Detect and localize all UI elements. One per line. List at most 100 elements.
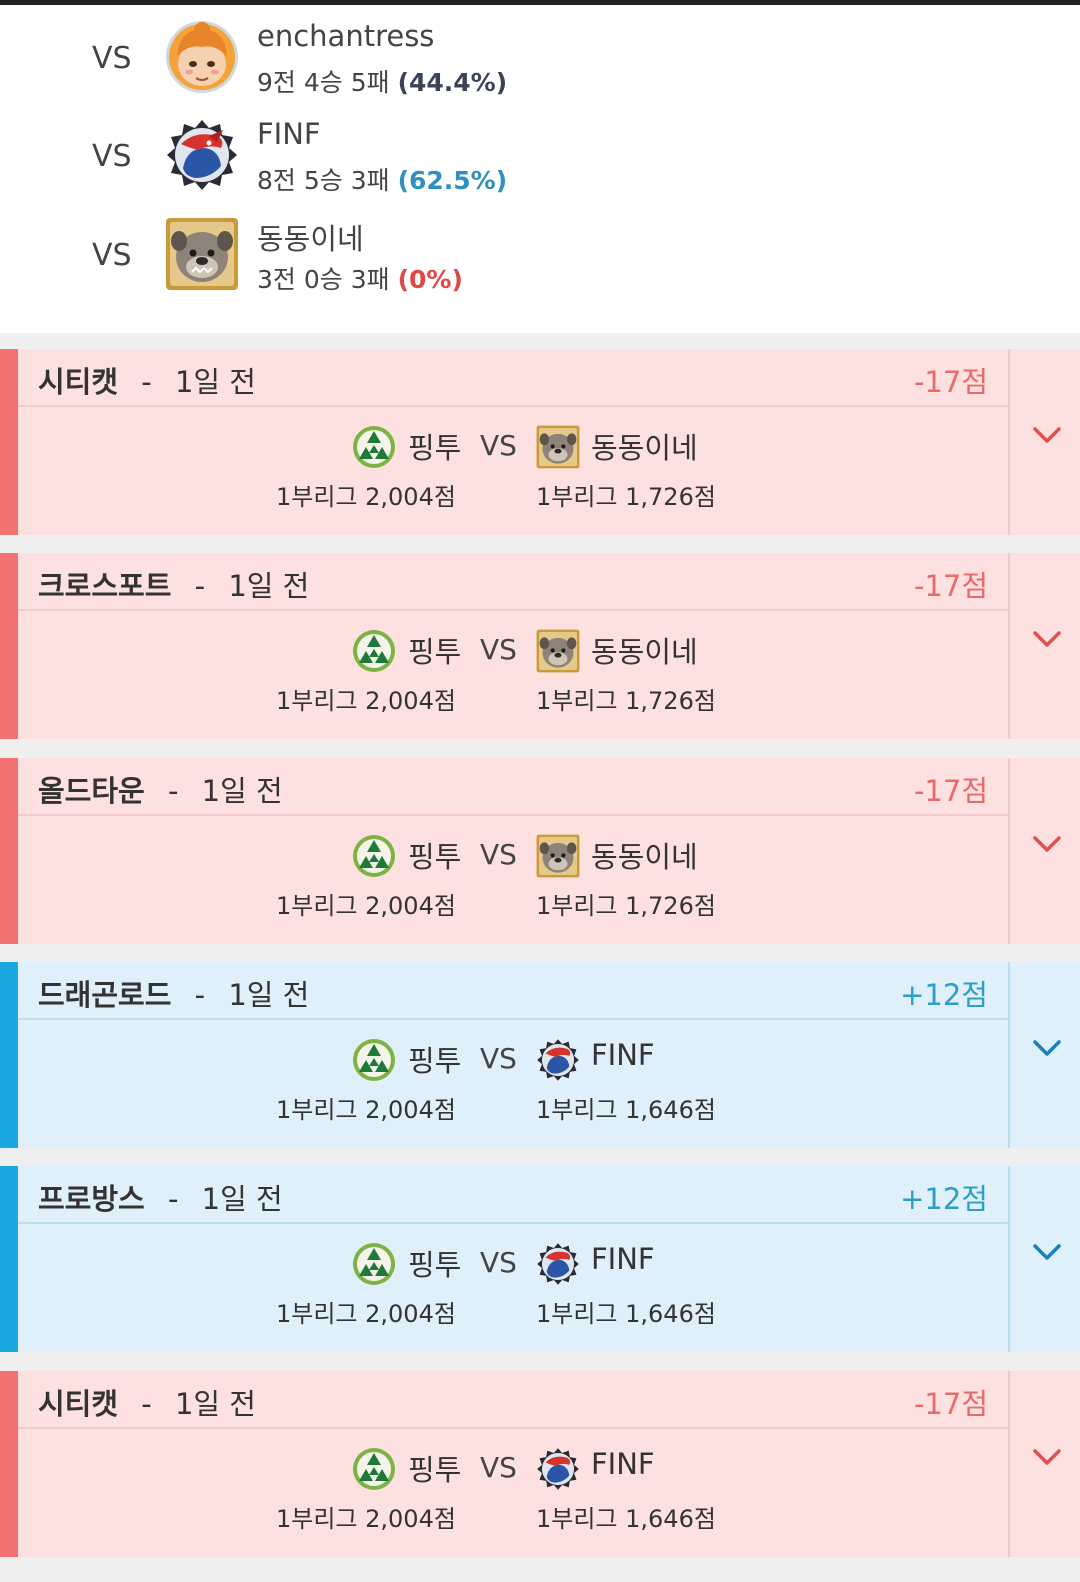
match-header: 시티캣 - 1일 전 -17점 xyxy=(18,1371,1008,1427)
record-text: 9전 4승 5패 xyxy=(257,68,390,97)
chevron-down-icon xyxy=(1033,1244,1061,1260)
expand-toggle[interactable] xyxy=(1008,1371,1080,1557)
player-name: 핑투 xyxy=(408,840,462,874)
bulldog-emblem-icon xyxy=(165,217,239,291)
opponent-name: FINF xyxy=(257,117,321,151)
record-text: 8전 5승 3패 xyxy=(257,166,390,195)
match-card[interactable]: 드래곤로드 - 1일 전 +12점 핑투 VS FINF 1부리그 2,004점… xyxy=(0,962,1080,1148)
map-name: 크로스포트 xyxy=(38,569,172,603)
score-delta: -17점 xyxy=(913,774,988,808)
player-name: 핑투 xyxy=(408,635,462,669)
dragon-emblem-icon xyxy=(536,1038,580,1082)
opponent-record: 3전 0승 3패 (0%) xyxy=(257,260,463,296)
player-name: 핑투 xyxy=(408,1453,462,1487)
match-title: 드래곤로드 - 1일 전 xyxy=(38,972,309,1014)
opponent-name: FINF xyxy=(591,1447,655,1481)
divider xyxy=(18,609,1008,611)
match-card[interactable]: 올드타운 - 1일 전 -17점 핑투 VS 동동이네 1부리그 2,004점 … xyxy=(0,758,1080,944)
head-to-head-panel: VS enchantress 9전 4승 5패 (44.4%) VS FINF … xyxy=(0,5,1080,333)
opponent-row[interactable]: VS FINF 8전 5승 3패 (62.5%) xyxy=(0,103,1080,199)
bulldog-emblem-icon xyxy=(536,629,580,673)
match-players: 핑투 VS 동동이네 1부리그 2,004점 1부리그 1,726점 xyxy=(18,627,1008,727)
match-body: 시티캣 - 1일 전 -17점 xyxy=(18,349,1008,535)
dragon-emblem-icon xyxy=(165,118,239,192)
player-name: 핑투 xyxy=(408,1044,462,1078)
vs-label: VS xyxy=(92,41,132,76)
player-league-score: 1부리그 2,004점 xyxy=(276,1300,456,1328)
opponent-name: 동동이네 xyxy=(591,431,698,465)
player-league-score: 1부리그 2,004점 xyxy=(276,687,456,715)
girl-avatar-icon xyxy=(165,20,239,94)
separator: - xyxy=(194,978,206,1012)
match-title: 크로스포트 - 1일 전 xyxy=(38,563,309,605)
score-delta: +12점 xyxy=(900,1182,988,1216)
vs-label: VS xyxy=(480,1042,517,1075)
result-indicator xyxy=(0,349,18,535)
opponent-name: 동동이네 xyxy=(591,840,698,874)
match-header: 프로방스 - 1일 전 +12점 xyxy=(18,1166,1008,1222)
match-body: 프로방스 - 1일 전 +12점 핑투 VS FINF 1부리그 2,004점 … xyxy=(18,1166,1008,1352)
match-players: 핑투 VS FINF 1부리그 2,004점 1부리그 1,646점 xyxy=(18,1036,1008,1136)
opponent-record: 8전 5승 3패 (62.5%) xyxy=(257,161,507,197)
match-title: 프로방스 - 1일 전 xyxy=(38,1176,283,1218)
separator: - xyxy=(167,774,179,808)
match-time: 1일 전 xyxy=(201,1182,283,1216)
map-name: 올드타운 xyxy=(38,774,145,808)
opponent-league-score: 1부리그 1,646점 xyxy=(536,1300,716,1328)
opponent-name: FINF xyxy=(591,1038,655,1072)
opponent-league-score: 1부리그 1,726점 xyxy=(536,483,716,511)
player-name: 핑투 xyxy=(408,1248,462,1282)
vs-label: VS xyxy=(480,838,517,871)
dragon-emblem-icon xyxy=(536,1447,580,1491)
match-header: 올드타운 - 1일 전 -17점 xyxy=(18,758,1008,814)
opponent-league-score: 1부리그 1,726점 xyxy=(536,892,716,920)
expand-toggle[interactable] xyxy=(1008,553,1080,739)
match-body: 올드타운 - 1일 전 -17점 핑투 VS 동동이네 1부리그 2,004점 … xyxy=(18,758,1008,944)
vs-label: VS xyxy=(480,1246,517,1279)
chevron-down-icon xyxy=(1033,427,1061,443)
match-time: 1일 전 xyxy=(228,569,310,603)
score-delta: -17점 xyxy=(913,365,988,399)
bulldog-emblem-icon xyxy=(536,425,580,469)
opponent-name: FINF xyxy=(591,1242,655,1276)
opponent-row[interactable]: VS 동동이네 3전 0승 3패 (0%) xyxy=(0,202,1080,298)
expand-toggle[interactable] xyxy=(1008,1166,1080,1352)
expand-toggle[interactable] xyxy=(1008,349,1080,535)
match-card[interactable]: 크로스포트 - 1일 전 -17점 핑투 VS 동동이네 1부리그 2,004점… xyxy=(0,553,1080,739)
score-delta: +12점 xyxy=(900,978,988,1012)
player-league-score: 1부리그 2,004점 xyxy=(276,892,456,920)
map-name: 프로방스 xyxy=(38,1182,145,1216)
match-players: 핑투 VS 동동이네 1부리그 2,004점 1부리그 1,726점 xyxy=(18,832,1008,932)
clover-emblem-icon xyxy=(352,629,396,673)
expand-toggle[interactable] xyxy=(1008,758,1080,944)
score-delta: -17점 xyxy=(913,1387,988,1421)
separator: - xyxy=(141,365,152,399)
clover-emblem-icon xyxy=(352,834,396,878)
match-time: 1일 전 xyxy=(174,365,256,399)
clover-emblem-icon xyxy=(352,1242,396,1286)
map-name: 드래곤로드 xyxy=(38,978,172,1012)
record-text: 3전 0승 3패 xyxy=(257,265,390,294)
vs-label: VS xyxy=(480,429,517,462)
vs-label: VS xyxy=(480,1451,517,1484)
vs-label: VS xyxy=(92,238,132,273)
match-title: 시티캣 - 1일 전 xyxy=(38,359,256,401)
player-league-score: 1부리그 2,004점 xyxy=(276,1096,456,1124)
chevron-down-icon xyxy=(1033,631,1061,647)
map-name: 시티캣 xyxy=(38,1387,119,1421)
match-card[interactable]: 시티캣 - 1일 전 -17점 xyxy=(0,1371,1080,1557)
dragon-emblem-icon xyxy=(536,1242,580,1286)
player-league-score: 1부리그 2,004점 xyxy=(276,483,456,511)
match-card[interactable]: 시티캣 - 1일 전 -17점 xyxy=(0,349,1080,535)
player-league-score: 1부리그 2,004점 xyxy=(276,1505,456,1533)
result-indicator xyxy=(0,962,18,1148)
expand-toggle[interactable] xyxy=(1008,962,1080,1148)
opponent-row[interactable]: VS enchantress 9전 4승 5패 (44.4%) xyxy=(0,5,1080,101)
match-time: 1일 전 xyxy=(174,1387,256,1421)
match-card[interactable]: 프로방스 - 1일 전 +12점 핑투 VS FINF 1부리그 2,004점 … xyxy=(0,1166,1080,1352)
score-delta: -17점 xyxy=(913,569,988,603)
match-body: 드래곤로드 - 1일 전 +12점 핑투 VS FINF 1부리그 2,004점… xyxy=(18,962,1008,1148)
match-title: 시티캣 - 1일 전 xyxy=(38,1381,256,1423)
opponent-league-score: 1부리그 1,646점 xyxy=(536,1505,716,1533)
match-header: 드래곤로드 - 1일 전 +12점 xyxy=(18,962,1008,1018)
